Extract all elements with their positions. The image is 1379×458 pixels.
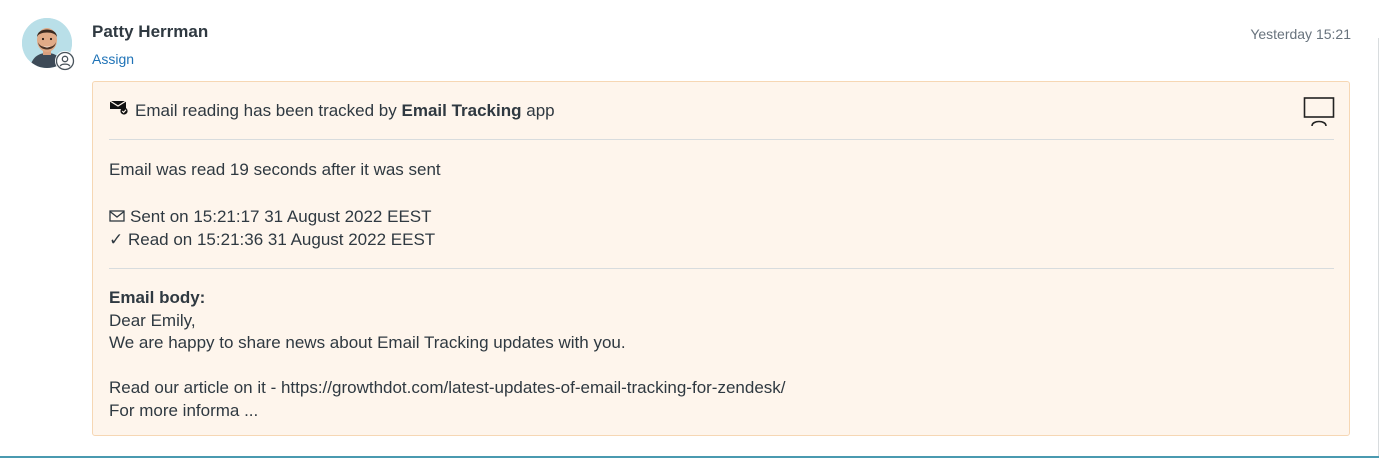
email-body-line: Dear Emily, (109, 311, 196, 330)
avatar-badge (55, 51, 75, 71)
author-name: Patty Herrman (92, 22, 209, 41)
read-line: ✓ Read on 15:21:36 31 August 2022 EEST (109, 230, 435, 250)
header-app-name: Email Tracking (401, 100, 522, 120)
email-body-line: For more informa ... (109, 401, 259, 420)
tracking-card: Email reading has been tracked by Email … (92, 81, 1350, 436)
comment-timestamp: Yesterday 15:21 (1250, 26, 1351, 42)
divider (109, 268, 1334, 269)
email-body-label: Email body: (109, 288, 206, 307)
check-icon: ✓ (109, 230, 124, 249)
monitor-icon[interactable] (1303, 96, 1335, 128)
card-header: Email reading has been tracked by Email … (109, 100, 555, 121)
divider (109, 139, 1334, 140)
envelope-check-icon (109, 100, 129, 121)
sent-text: Sent on 15:21:17 31 August 2022 EEST (130, 207, 432, 226)
header-suffix: app (526, 100, 555, 120)
assign-link[interactable]: Assign (92, 51, 134, 67)
sent-line: Sent on 15:21:17 31 August 2022 EEST (109, 207, 432, 227)
header-prefix: Email reading has been tracked by (135, 100, 397, 120)
email-body-line: Read our article on it - https://growthd… (109, 378, 786, 397)
email-body-line: We are happy to share news about Email T… (109, 333, 626, 352)
envelope-icon (109, 207, 125, 227)
ticket-comment: Patty Herrman Assign Yesterday 15:21 Ema… (0, 0, 1379, 458)
user-icon (55, 51, 75, 71)
read-after-text: Email was read 19 seconds after it was s… (109, 160, 441, 179)
read-text: Read on 15:21:36 31 August 2022 EEST (127, 230, 436, 249)
